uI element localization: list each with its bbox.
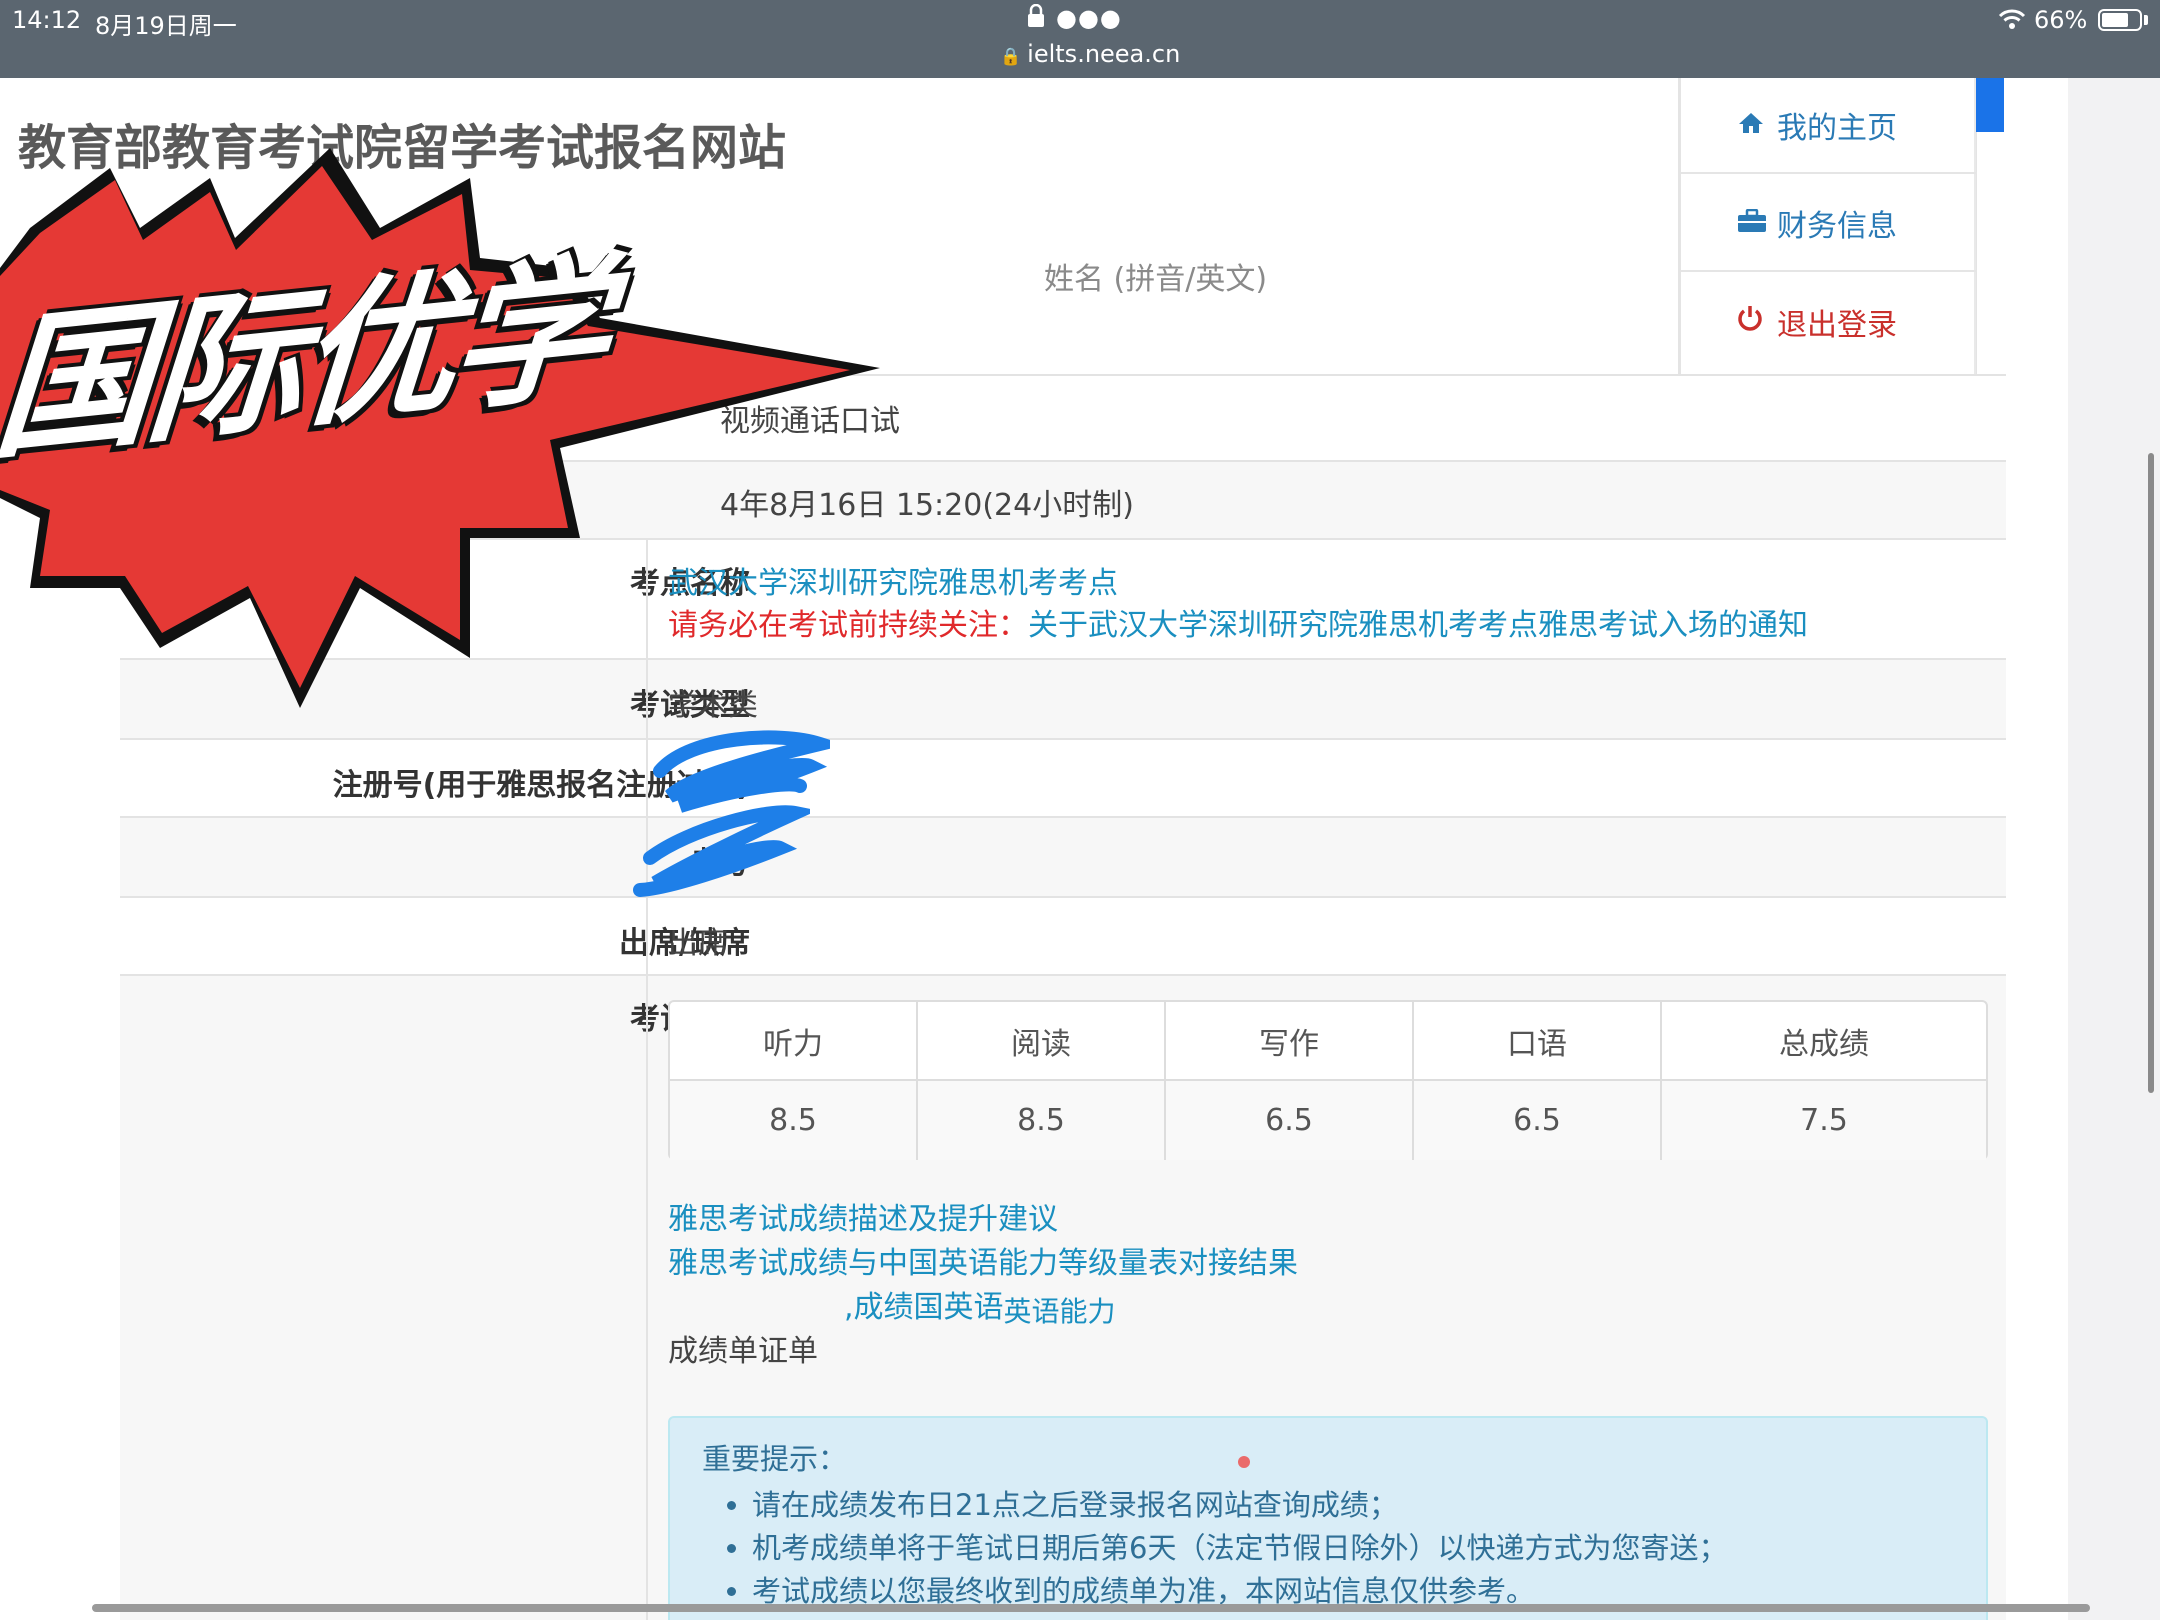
vertical-scrollbar[interactable] xyxy=(2148,453,2154,1093)
menu-item-logout[interactable]: 退出登录 xyxy=(1681,274,1977,370)
url-text: ielts.neea.cn xyxy=(1027,40,1181,68)
score-listening: 8.5 xyxy=(670,1081,918,1160)
score-header-writing: 写作 xyxy=(1166,1002,1414,1079)
notice-title: 重要提示： xyxy=(702,1442,848,1476)
score-table-row: 8.5 8.5 6.5 6.5 7.5 xyxy=(670,1081,1986,1160)
redaction-scribble xyxy=(633,805,810,897)
menu-item-home[interactable]: 我的主页 xyxy=(1681,78,1977,174)
menu-item-finance[interactable]: 财务信息 xyxy=(1681,176,1977,272)
page: 教育部教育考试院留学考试报名网站 姓名 (拼音/英文) 我的主页 财务信息 退出… xyxy=(0,78,2160,1620)
user-menu-tab[interactable] xyxy=(1976,78,2004,132)
score-table-header: 听力 阅读 写作 口语 总成绩 xyxy=(670,1002,1986,1081)
menu-item-logout-label: 退出登录 xyxy=(1777,308,1897,343)
briefcase-icon xyxy=(1737,206,1769,241)
cse-mapping-link[interactable]: 雅思考试成绩与中国英语能力等级量表对接结果 xyxy=(668,1242,1298,1286)
red-dot xyxy=(1238,1456,1250,1468)
partial-link-b[interactable]: 英语能力 xyxy=(1004,1295,1116,1328)
more-dots-icon[interactable]: ●●● xyxy=(1056,4,1122,32)
row-attendance: 出席/缺席 出席 xyxy=(120,896,2006,974)
score-header-reading: 阅读 xyxy=(918,1002,1166,1079)
score-overall: 7.5 xyxy=(1800,1103,1848,1138)
notice-item: 机考成绩单将于笔试日期后第6天（法定节假日除外）以快递方式为您寄送； xyxy=(752,1527,1954,1570)
status-date: 8月19日周一 xyxy=(95,12,237,40)
menu-item-home-label: 我的主页 xyxy=(1777,111,1897,146)
score-reading: 8.5 xyxy=(918,1081,1166,1160)
partial-link-line[interactable]: ,成绩国英语英语能力 xyxy=(668,1286,1298,1330)
status-time: 14:12 xyxy=(12,6,82,34)
score-speaking: 6.5 xyxy=(1414,1081,1662,1160)
status-bar: 14:12 8月19日周一 ●●● 🔒 ielts.neea.cn 66% xyxy=(0,0,2160,78)
address-bar[interactable]: 🔒 ielts.neea.cn xyxy=(1000,40,1180,68)
battery-percent: 66% xyxy=(2034,6,2088,34)
score-table: 听力 阅读 写作 口语 总成绩 8.5 8.5 6.5 6.5 7.5 xyxy=(668,1000,1988,1160)
row-candidate-number: 考号 xyxy=(120,816,2006,896)
horizontal-scrollbar[interactable] xyxy=(92,1604,2090,1612)
user-name-label: 姓名 (拼音/英文) xyxy=(1044,262,1268,297)
score-header-overall: 总成绩 xyxy=(1779,1026,1869,1062)
lock-icon xyxy=(1027,3,1045,34)
partial-link-a[interactable]: ,成绩国英语 xyxy=(844,1290,1004,1325)
home-icon xyxy=(1737,108,1769,143)
score-links: 雅思考试成绩描述及提升建议 雅思考试成绩与中国英语能力等级量表对接结果 ,成绩国… xyxy=(668,1198,1298,1374)
important-notice: 重要提示： 请在成绩发布日21点之后登录报名网站查询成绩； 机考成绩单将于笔试日… xyxy=(668,1416,1988,1620)
user-dropdown-menu: 我的主页 财务信息 退出登录 xyxy=(1678,78,1977,374)
wifi-icon xyxy=(1998,8,2026,30)
score-header-speaking: 口语 xyxy=(1414,1002,1662,1079)
venue-notice-link[interactable]: 关于武汉大学深圳研究院雅思机考考点雅思考试入场的通知 xyxy=(1028,608,1808,643)
menu-item-finance-label: 财务信息 xyxy=(1777,209,1897,244)
lock-icon: 🔒 xyxy=(1000,47,1022,67)
score-description-link[interactable]: 雅思考试成绩描述及提升建议 xyxy=(668,1198,1298,1242)
transcript-label: 成绩单证单 xyxy=(668,1334,818,1369)
row-registration-number: 注册号(用于雅思报名注册过程) xyxy=(120,738,2006,816)
battery-icon xyxy=(2098,9,2142,31)
notice-item: 请在成绩发布日21点之后登录报名网站查询成绩； xyxy=(752,1484,1954,1527)
score-header-listening: 听力 xyxy=(670,1002,918,1079)
attendance-value: 出席 xyxy=(668,926,728,961)
right-gutter xyxy=(2068,78,2160,1620)
power-icon xyxy=(1737,304,1769,340)
score-writing: 6.5 xyxy=(1166,1081,1414,1160)
